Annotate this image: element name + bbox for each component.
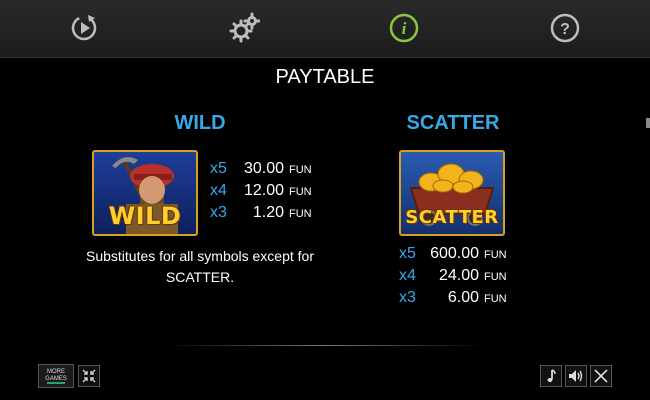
wild-heading: WILD [174, 112, 226, 134]
settings-icon[interactable] [228, 12, 260, 44]
wild-paytable: x5 30.00 FUN x4 12.00 FUN x3 1.20 FUN [210, 158, 312, 224]
pay-currency: FUN [289, 186, 312, 198]
shrink-button[interactable] [78, 365, 100, 387]
pay-value: 6.00 [447, 289, 479, 306]
help-icon[interactable]: ? [549, 12, 581, 44]
more-games-indicator [47, 382, 65, 384]
wild-description: Substitutes for all symbols except for S… [86, 248, 314, 285]
pay-currency: FUN [484, 271, 507, 283]
section-divider [165, 345, 485, 346]
sound-button[interactable] [565, 365, 587, 387]
close-button[interactable] [590, 365, 612, 387]
pay-row: x5 600.00 FUN [399, 243, 507, 265]
pay-multiplier: x4 [399, 267, 416, 284]
pay-value: 12.00 [243, 182, 284, 199]
pay-row: x5 30.00 FUN [210, 158, 312, 180]
pay-multiplier: x4 [210, 182, 227, 199]
pay-value: 1.20 [252, 204, 284, 221]
shrink-icon [82, 369, 96, 383]
svg-text:?: ? [560, 21, 570, 38]
pay-row: x4 24.00 FUN [399, 265, 507, 287]
scrollbar[interactable] [646, 118, 650, 128]
music-button[interactable] [540, 365, 562, 387]
pay-multiplier: x3 [399, 289, 416, 306]
pay-row: x4 12.00 FUN [210, 180, 312, 202]
pay-multiplier: x5 [210, 160, 227, 177]
pay-currency: FUN [289, 208, 312, 220]
svg-text:i: i [402, 19, 407, 38]
wild-symbol-label: WILD [108, 202, 182, 230]
pay-value: 600.00 [430, 245, 479, 262]
more-games-button[interactable]: MORE GAMES [38, 364, 74, 388]
pay-value: 30.00 [243, 160, 284, 177]
top-bar: i ? [0, 0, 650, 58]
scatter-paytable: x5 600.00 FUN x4 24.00 FUN x3 6.00 FUN [399, 243, 507, 309]
pay-row: x3 1.20 FUN [210, 202, 312, 224]
replay-icon[interactable] [68, 12, 100, 44]
pay-multiplier: x5 [399, 245, 416, 262]
pay-value: 24.00 [438, 267, 479, 284]
sound-icon [569, 370, 583, 382]
pay-row: x3 6.00 FUN [399, 287, 507, 309]
music-icon [547, 369, 556, 382]
wild-symbol-image: WILD [92, 150, 198, 236]
pay-multiplier: x3 [210, 204, 227, 221]
pay-currency: FUN [289, 164, 312, 176]
more-games-label: MORE GAMES [45, 369, 67, 382]
pay-currency: FUN [484, 249, 507, 261]
close-icon [594, 369, 608, 383]
pay-currency: FUN [484, 293, 507, 305]
page-title: PAYTABLE [275, 66, 375, 88]
info-icon[interactable]: i [388, 12, 420, 44]
scatter-symbol-label: SCATTER [405, 207, 499, 228]
scatter-symbol-image: SCATTER [399, 150, 505, 236]
scatter-heading: SCATTER [406, 112, 500, 134]
